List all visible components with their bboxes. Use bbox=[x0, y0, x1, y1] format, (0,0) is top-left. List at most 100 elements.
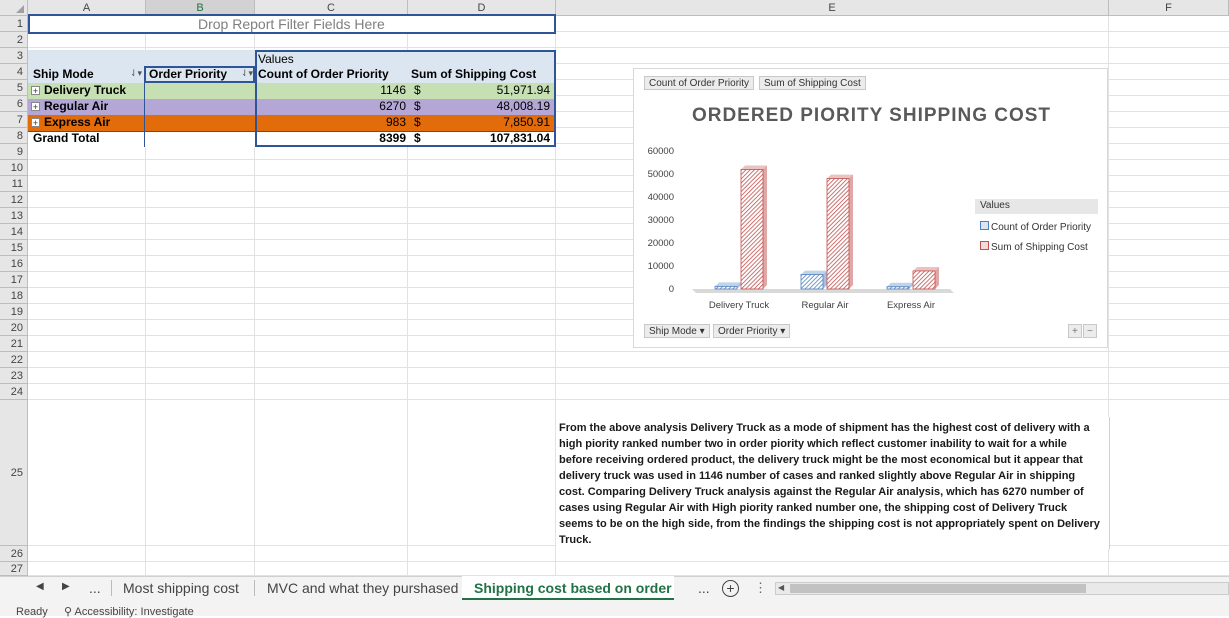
horizontal-scrollbar[interactable]: ◀ bbox=[775, 582, 1229, 595]
row-header[interactable]: 2 bbox=[0, 32, 28, 48]
legend-cost[interactable]: Sum of Shipping Cost bbox=[980, 241, 1088, 253]
legend-count-label: Count of Order Priority bbox=[991, 222, 1092, 233]
row-header[interactable]: 24 bbox=[0, 384, 28, 400]
row-header[interactable]: 16 bbox=[0, 256, 28, 272]
bar-top bbox=[715, 282, 741, 287]
collapse-field-button[interactable]: − bbox=[1083, 324, 1097, 338]
chart-floor bbox=[692, 289, 954, 293]
dropdown-arrow-icon: ▾ bbox=[780, 326, 786, 337]
row-gridline bbox=[28, 47, 1229, 48]
row-header[interactable]: 18 bbox=[0, 288, 28, 304]
row-header[interactable]: 15 bbox=[0, 240, 28, 256]
row-gridline bbox=[28, 351, 1229, 352]
y-tick-label: 20000 bbox=[648, 238, 674, 249]
x-category-label: Regular Air bbox=[802, 300, 849, 311]
row-header[interactable]: 8 bbox=[0, 128, 28, 144]
row-header[interactable]: 11 bbox=[0, 176, 28, 192]
row-gridline bbox=[28, 367, 1229, 368]
row-header[interactable]: 7 bbox=[0, 112, 28, 128]
row-header[interactable]: 26 bbox=[0, 546, 28, 562]
ship-mode-filter-icon[interactable]: ⇃▾ bbox=[130, 68, 142, 79]
bar-count[interactable] bbox=[886, 286, 910, 290]
accessibility-icon: ⚲ bbox=[64, 606, 73, 618]
legend-cost-swatch-icon bbox=[980, 241, 989, 250]
scroll-tabs-left-icon[interactable]: ◀ bbox=[36, 581, 44, 592]
bar-cost[interactable] bbox=[912, 270, 936, 290]
add-sheet-icon[interactable]: + bbox=[722, 580, 739, 597]
ship-mode-header[interactable]: Ship Mode bbox=[33, 67, 94, 82]
bar-cost[interactable] bbox=[826, 178, 850, 290]
y-tick-label: 40000 bbox=[648, 192, 674, 203]
legend-title: Values bbox=[980, 200, 1010, 211]
row-header[interactable]: 13 bbox=[0, 208, 28, 224]
bar-cost[interactable] bbox=[740, 169, 764, 290]
bar-top bbox=[913, 266, 939, 271]
tab-most-shipping-cost[interactable]: Most shipping cost bbox=[123, 577, 239, 599]
y-tick-label: 50000 bbox=[648, 169, 674, 180]
row-header[interactable]: 12 bbox=[0, 192, 28, 208]
analysis-text-box[interactable]: From the above analysis Delivery Truck a… bbox=[556, 417, 1110, 549]
bar-count[interactable] bbox=[714, 285, 738, 290]
pivot-row-label: Express Air bbox=[44, 115, 111, 129]
row-header[interactable]: 19 bbox=[0, 304, 28, 320]
legend-count[interactable]: Count of Order Priority bbox=[980, 221, 1091, 233]
legend-count-swatch-icon bbox=[980, 221, 989, 230]
tab-separator bbox=[111, 580, 112, 596]
row-header[interactable]: 21 bbox=[0, 336, 28, 352]
column-header-f[interactable]: F bbox=[1109, 0, 1229, 16]
row-header[interactable]: 27 bbox=[0, 562, 28, 576]
count-header: Count of Order Priority bbox=[258, 67, 389, 81]
expand-row-icon[interactable]: + bbox=[31, 86, 40, 96]
bar-count[interactable] bbox=[800, 274, 824, 290]
row-header[interactable]: 10 bbox=[0, 160, 28, 176]
row-header[interactable]: 20 bbox=[0, 320, 28, 336]
legend-cost-label: Sum of Shipping Cost bbox=[991, 242, 1088, 253]
order-priority-filter-icon[interactable]: ⇃▾ bbox=[241, 68, 253, 79]
select-all-corner[interactable] bbox=[0, 0, 28, 16]
order-priority-header[interactable]: Order Priority bbox=[149, 67, 227, 82]
row-header[interactable]: 5 bbox=[0, 80, 28, 96]
y-tick-label: 30000 bbox=[648, 215, 674, 226]
row-header[interactable]: 4 bbox=[0, 64, 28, 80]
y-tick-label: 0 bbox=[669, 284, 674, 295]
bar-top bbox=[801, 270, 827, 275]
row-header[interactable]: 6 bbox=[0, 96, 28, 112]
scroll-left-icon[interactable]: ◀ bbox=[778, 583, 784, 592]
row-gridline bbox=[28, 399, 1229, 400]
tab-options-icon[interactable]: ⋮ bbox=[754, 580, 767, 596]
row-header[interactable]: 17 bbox=[0, 272, 28, 288]
row-header[interactable]: 22 bbox=[0, 352, 28, 368]
row-header[interactable]: 3 bbox=[0, 48, 28, 64]
analysis-text: From the above analysis Delivery Truck a… bbox=[559, 422, 1100, 546]
scrollbar-thumb[interactable] bbox=[790, 584, 1086, 593]
row-header[interactable]: 1 bbox=[0, 16, 28, 32]
tabs-more-right[interactable]: ... bbox=[698, 577, 710, 599]
tab-mvc-purchased[interactable]: MVC and what they purshased bbox=[267, 577, 458, 599]
accessibility-status[interactable]: ⚲ Accessibility: Investigate bbox=[64, 605, 194, 618]
row-header[interactable]: 14 bbox=[0, 224, 28, 240]
expand-row-icon[interactable]: + bbox=[31, 102, 40, 112]
report-filter-drop-zone[interactable]: Drop Report Filter Fields Here bbox=[28, 14, 556, 34]
status-ready: Ready bbox=[16, 606, 48, 618]
scroll-tabs-right-icon[interactable]: ▶ bbox=[62, 581, 70, 592]
column-header-e[interactable]: E bbox=[556, 0, 1109, 16]
expand-field-button[interactable]: + bbox=[1068, 324, 1082, 338]
order-priority-axis-label: Order Priority bbox=[718, 326, 778, 337]
tab-shipping-cost-active[interactable]: Shipping cost based on order bbox=[462, 576, 674, 600]
pivot-table: Values Ship Mode ⇃▾ Order Priority ⇃▾ Co… bbox=[28, 50, 556, 147]
expand-row-icon[interactable]: + bbox=[31, 118, 40, 128]
ship-mode-axis-button[interactable]: Ship Mode ▾ bbox=[644, 324, 710, 338]
row-header[interactable]: 23 bbox=[0, 368, 28, 384]
pivot-chart[interactable]: Count of Order Priority Sum of Shipping … bbox=[633, 68, 1108, 348]
bar-side bbox=[763, 165, 767, 289]
order-priority-axis-button[interactable]: Order Priority ▾ bbox=[713, 324, 791, 338]
row-gridline bbox=[28, 561, 1229, 562]
tab-separator bbox=[254, 580, 255, 596]
accessibility-label: Accessibility: Investigate bbox=[74, 606, 194, 618]
y-tick-label: 10000 bbox=[648, 261, 674, 272]
bar-side bbox=[849, 174, 853, 289]
tabs-more-left[interactable]: ... bbox=[89, 577, 101, 599]
row-header[interactable]: 25 bbox=[0, 400, 28, 546]
row-header[interactable]: 9 bbox=[0, 144, 28, 160]
pivot-row-label: Delivery Truck bbox=[44, 83, 127, 97]
